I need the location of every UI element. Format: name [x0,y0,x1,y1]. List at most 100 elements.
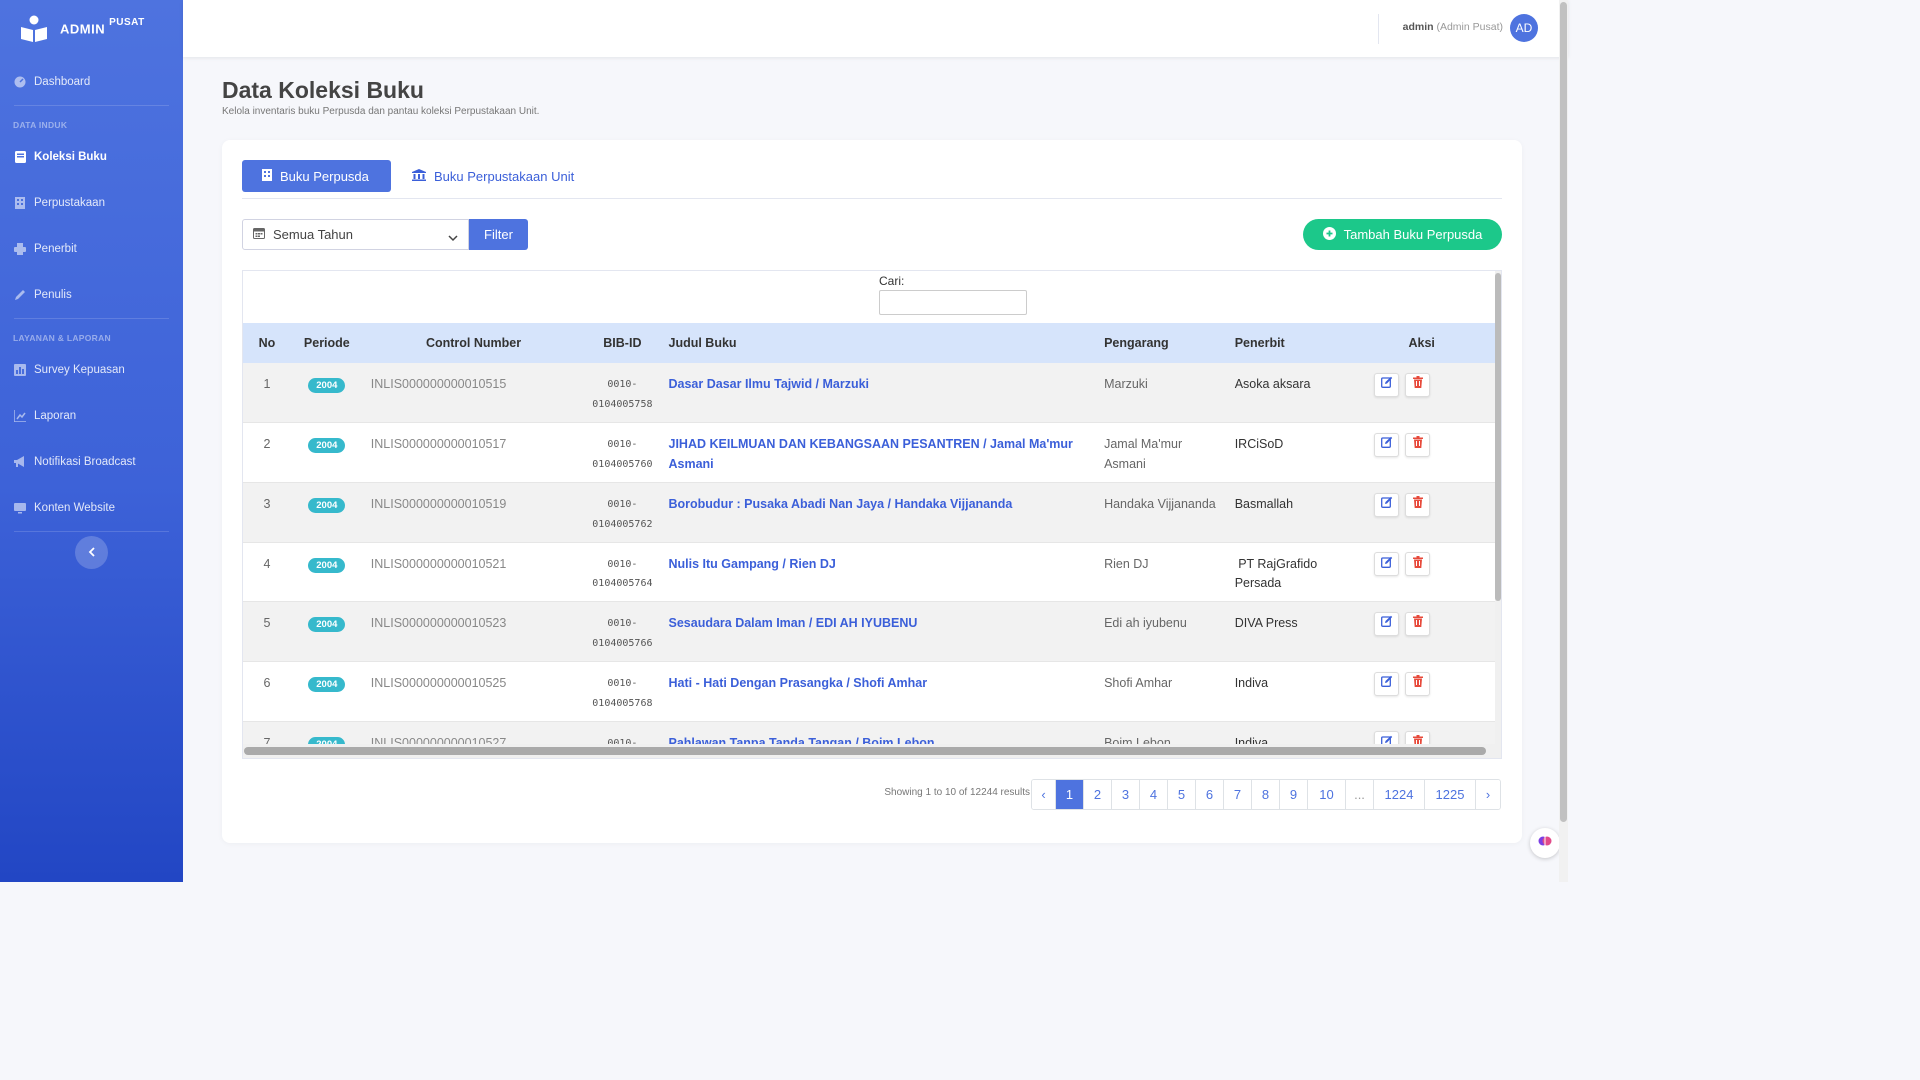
page-button[interactable]: 1224 [1374,780,1425,809]
brand-title: ADMIN PUSAT [60,17,145,37]
scrollbar-thumb[interactable] [244,747,1486,755]
sidebar-item-penulis[interactable]: Penulis [0,272,183,318]
sidebar-toggle-button[interactable] [75,536,108,569]
page-title: Data Koleksi Buku [222,77,424,103]
cell-periode: 2004 [291,661,363,721]
sidebar-item-penerbit[interactable]: Penerbit [0,226,183,272]
page-button[interactable]: 5 [1168,780,1196,809]
trash-icon [1412,555,1423,575]
brand[interactable]: ADMIN PUSAT [0,0,183,57]
delete-button[interactable] [1405,671,1431,696]
column-header[interactable]: Penerbit [1227,323,1347,363]
cell-author: Handaka Vijjananda [1104,496,1216,511]
cell-control-number: INLIS000000000010525 [370,675,507,690]
cell-title: JIHAD KEILMUAN DAN KEBANGSAAN PESANTREN … [661,423,1097,483]
tab-buku-perpustakaan-unit[interactable]: Buku Perpustakaan Unit [392,160,594,192]
sidebar-item-label: Notifikasi Broadcast [34,456,136,468]
horizontal-scrollbar[interactable] [243,744,1501,758]
cell-title: Dasar Dasar Ilmu Tajwid / Marzuki [661,363,1097,423]
sidebar-item-konten-website[interactable]: Konten Website [0,485,183,531]
page-button[interactable]: 1 [1056,780,1084,809]
sidebar-item-notifikasi-broadcast[interactable]: Notifikasi Broadcast [0,439,183,485]
delete-button[interactable] [1405,372,1431,397]
edit-button[interactable] [1374,492,1400,517]
page-button[interactable]: 8 [1252,780,1280,809]
page-button[interactable]: 9 [1280,780,1308,809]
tab-buku-perpusda[interactable]: Buku Perpusda [242,160,391,192]
book-title-link[interactable]: Dasar Dasar Ilmu Tajwid / Marzuki [669,377,870,391]
cell-no: 4 [263,556,271,571]
delete-button[interactable] [1405,492,1431,517]
page-button[interactable]: 7 [1224,780,1252,809]
cell-no: 6 [263,675,271,690]
cell-title: Borobudur : Pusaka Abadi Nan Jaya / Hand… [661,482,1097,542]
scrollbar-thumb[interactable] [1495,273,1501,601]
chevron-left-icon [88,544,96,562]
bib-id-part: 0104005768 [592,697,653,709]
cell-publisher: DIVA Press [1234,616,1298,631]
cell-publisher: PT RajGrafido Persada [1234,556,1321,591]
cell-control-number: INLIS000000000010517 [370,437,507,452]
column-header[interactable]: Periode [291,323,363,363]
page-button[interactable]: 3 [1112,780,1140,809]
table-row: 2 2004 INLIS000000000010517 0010- 0104005760… [243,422,1497,483]
print-icon [14,243,26,255]
table-row: 3 2004 INLIS000000000010519 0010- 0104005762… [243,482,1497,543]
column-header[interactable]: Control Number [363,323,584,363]
avatar[interactable]: AD [1510,14,1538,42]
prev-page-button[interactable]: ‹ [1032,780,1056,809]
edit-icon [1380,674,1393,694]
user-menu[interactable]: admin (Admin Pusat) [1403,21,1503,33]
page-button[interactable]: 6 [1196,780,1224,809]
page-button[interactable]: 1225 [1425,780,1476,809]
edit-button[interactable] [1374,671,1400,696]
page-button[interactable]: 4 [1140,780,1168,809]
table-header-row: No Periode Control Number BIB-ID Judul B… [243,323,1497,363]
table-row: 5 2004 INLIS000000000010523 0010- 0104005766… [243,601,1497,662]
filter-button[interactable]: Filter [469,219,528,250]
book-title-link[interactable]: Nulis Itu Gampang / Rien DJ [669,557,836,571]
book-title-link[interactable]: Sesaudara Dalam Iman / EDI AH IYUBENU [669,616,918,630]
book-reader-icon [20,15,48,43]
book-title-link[interactable]: Borobudur : Pusaka Abadi Nan Jaya / Hand… [669,497,1013,511]
delete-button[interactable] [1405,433,1431,458]
delete-button[interactable] [1405,552,1431,577]
edit-button[interactable] [1374,372,1400,397]
edit-button[interactable] [1374,552,1400,577]
delete-button[interactable] [1405,612,1431,637]
book-title-link[interactable]: Hati - Hati Dengan Prasangka / Shofi Amh… [669,676,928,690]
table-container: Cari: No Periode Control Number BIB-ID J… [242,270,1502,759]
next-page-button[interactable]: › [1476,780,1500,809]
bib-id-part: 0104005762 [592,518,653,530]
sidebar-item-dashboard[interactable]: Dashboard [0,59,183,105]
edit-button[interactable] [1374,433,1400,458]
column-header[interactable]: Judul Buku [661,323,1097,363]
cell-periode: 2004 [291,482,363,542]
page-button[interactable]: 2 [1084,780,1112,809]
brand-sup: PUSAT [109,17,145,29]
period-badge: 2004 [308,676,346,692]
sidebar-item-laporan[interactable]: Laporan [0,393,183,439]
column-header[interactable]: BIB-ID [584,323,660,363]
sidebar-item-perpustakaan[interactable]: Perpustakaan [0,180,183,226]
page-button[interactable]: 10 [1308,780,1346,809]
edit-button[interactable] [1374,612,1400,637]
vertical-scrollbar[interactable] [1495,271,1501,746]
year-select[interactable]: Semua Tahun [242,219,469,250]
cell-control-number: INLIS000000000010521 [370,556,507,571]
column-header[interactable]: Pengarang [1096,323,1227,363]
page-scrollbar[interactable] [1559,0,1568,882]
search-input[interactable] [879,290,1027,315]
column-header[interactable]: No [243,323,291,363]
calendar-icon [253,227,265,242]
desktop-icon [14,502,26,514]
sidebar-item-koleksi-buku[interactable]: Koleksi Buku [0,134,183,180]
add-book-button[interactable]: Tambah Buku Perpusda [1303,219,1502,250]
pagination-ellipsis[interactable]: ... [1346,780,1374,809]
sidebar-item-survey-kepuasan[interactable]: Survey Kepuasan [0,347,183,393]
trash-icon [1412,495,1423,515]
floating-widget-button[interactable] [1530,828,1560,858]
scrollbar-thumb[interactable] [1560,2,1567,822]
book-title-link[interactable]: JIHAD KEILMUAN DAN KEBANGSAAN PESANTREN … [669,437,1073,471]
edit-icon [1380,614,1393,634]
